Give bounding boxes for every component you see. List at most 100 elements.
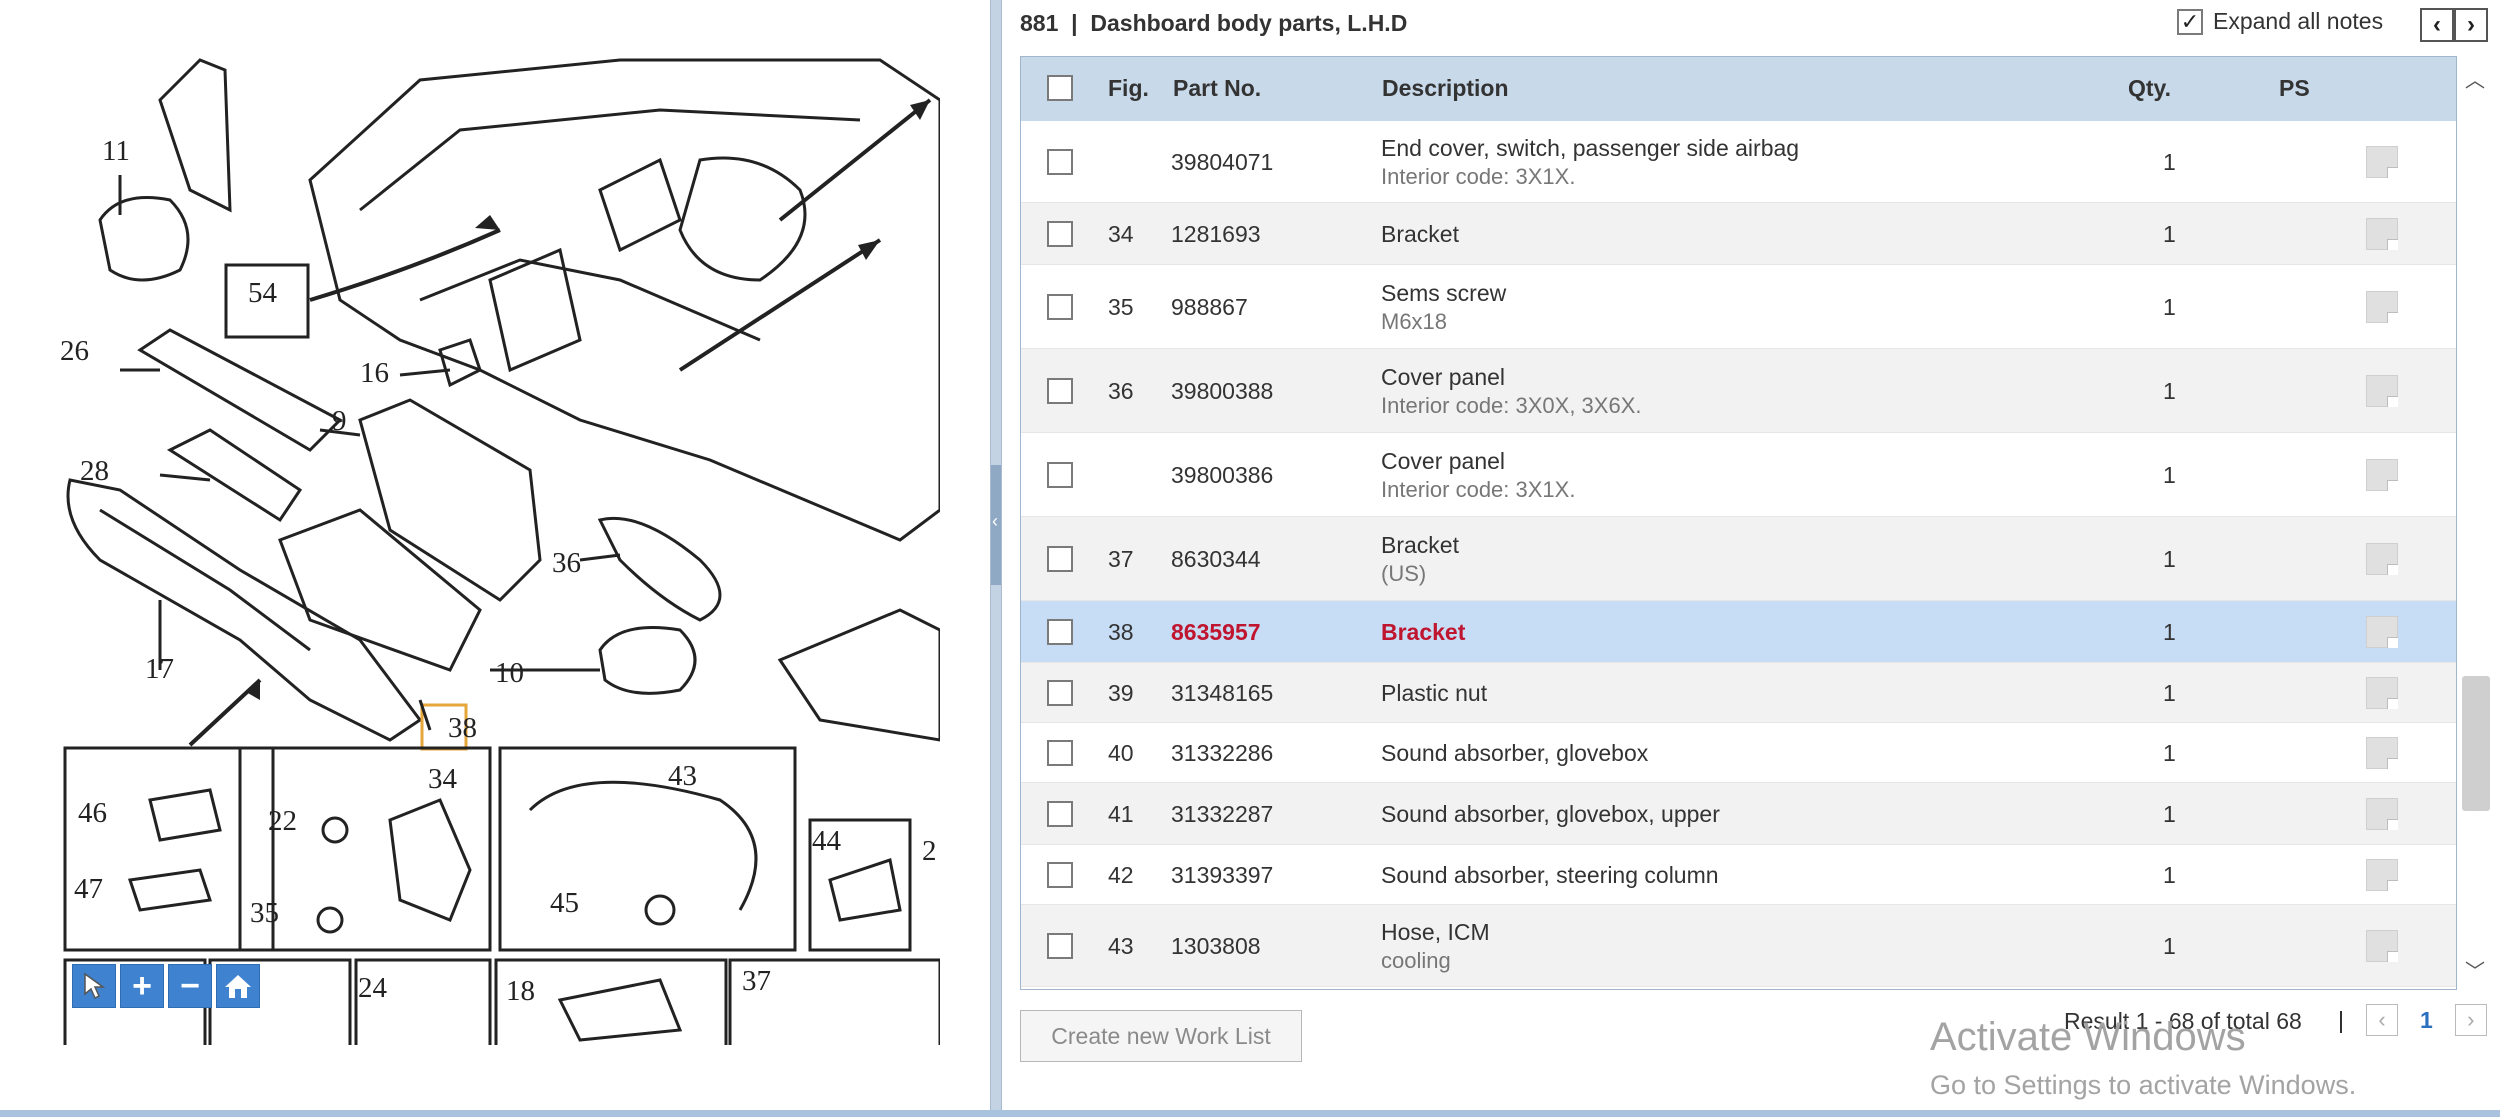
callout-35: 35: [250, 897, 279, 929]
column-qty[interactable]: Qty.: [2128, 75, 2171, 102]
diagram-toolbar: + −: [72, 964, 260, 1008]
fig-cell: 41: [1108, 801, 1134, 827]
description-text: Bracket: [1381, 532, 1459, 558]
note-icon[interactable]: [2366, 146, 2398, 178]
select-all-checkbox[interactable]: [1047, 75, 1073, 101]
current-page[interactable]: 1: [2420, 1007, 2433, 1034]
row-checkbox[interactable]: [1047, 462, 1073, 488]
column-ps[interactable]: PS: [2279, 75, 2310, 102]
table-row[interactable]: 40 31332286 Sound absorber, glovebox 1: [1021, 723, 2456, 783]
table-row[interactable]: 39804071 End cover, switch, passenger sid…: [1021, 121, 2456, 203]
note-icon[interactable]: [2366, 459, 2398, 491]
home-icon[interactable]: [216, 964, 260, 1008]
table-header: Fig. Part No. Description Qty. PS: [1021, 57, 2456, 121]
row-checkbox[interactable]: [1047, 862, 1073, 888]
part-number-cell[interactable]: 39800386: [1171, 462, 1273, 489]
row-checkbox[interactable]: [1047, 933, 1073, 959]
description-note: (US): [1381, 561, 1427, 586]
note-icon[interactable]: [2366, 543, 2398, 575]
row-checkbox[interactable]: [1047, 221, 1073, 247]
callout-43: 43: [668, 760, 697, 792]
diagram-pane[interactable]: 11 54 26 16 9 28 36 17 10 38 34 43 46 22…: [0, 0, 990, 1110]
zoom-in-icon[interactable]: +: [120, 964, 164, 1008]
chevron-down-icon[interactable]: ﹀: [2465, 955, 2485, 984]
group-name: Dashboard body parts, L.H.D: [1090, 10, 1408, 36]
table-row[interactable]: 38 8635957 Bracket 1: [1021, 601, 2456, 663]
row-checkbox[interactable]: [1047, 801, 1073, 827]
callout-45: 45: [550, 887, 579, 919]
part-number-cell[interactable]: 31393397: [1171, 862, 1273, 889]
quantity-cell: 1: [2163, 149, 2176, 175]
note-icon[interactable]: [2366, 798, 2398, 830]
note-icon[interactable]: [2366, 218, 2398, 250]
part-number-cell[interactable]: 39800388: [1171, 378, 1273, 405]
table-row[interactable]: 42 31393397 Sound absorber, steering colum…: [1021, 845, 2456, 905]
row-checkbox[interactable]: [1047, 378, 1073, 404]
quantity-cell: 1: [2163, 680, 2176, 706]
part-number-cell[interactable]: 1303808: [1171, 933, 1261, 960]
next-group-button[interactable]: ›: [2454, 8, 2488, 42]
create-work-list-button[interactable]: Create new Work List: [1020, 1010, 1302, 1062]
description-note: Interior code: 3X1X.: [1381, 477, 1576, 502]
fig-cell: 34: [1108, 221, 1134, 247]
table-row[interactable]: 39 31348165 Plastic nut 1: [1021, 663, 2456, 723]
description-note: Interior code: 3X0X, 3X6X.: [1381, 393, 1642, 418]
row-checkbox[interactable]: [1047, 546, 1073, 572]
table-row[interactable]: 35 988867 Sems screw M6x18 1: [1021, 265, 2456, 349]
part-number-cell[interactable]: 31332286: [1171, 740, 1273, 767]
quantity-cell: 1: [2163, 740, 2176, 766]
row-checkbox[interactable]: [1047, 619, 1073, 645]
column-description[interactable]: Description: [1382, 75, 1509, 102]
previous-group-button[interactable]: ‹: [2420, 8, 2454, 42]
description-text: Bracket: [1381, 221, 1459, 247]
part-number-cell[interactable]: 1281693: [1171, 221, 1261, 248]
part-number-cell[interactable]: 31332287: [1171, 801, 1273, 828]
table-row[interactable]: 39800386 Cover panel Interior code: 3X1X. 1: [1021, 433, 2456, 517]
next-page-button[interactable]: ›: [2454, 1004, 2487, 1036]
description-cell: Sems screw M6x18: [1381, 280, 1506, 335]
note-icon[interactable]: [2366, 616, 2398, 648]
table-scrollbar[interactable]: ︿ ﹀: [2457, 56, 2492, 990]
column-fig[interactable]: Fig.: [1108, 75, 1149, 102]
table-row[interactable]: 41 31332287 Sound absorber, glovebox, uppe…: [1021, 783, 2456, 845]
table-row[interactable]: 43 1303808 Hose, ICM cooling 1: [1021, 905, 2456, 987]
note-icon[interactable]: [2366, 375, 2398, 407]
description-cell: Sound absorber, glovebox: [1381, 740, 1648, 767]
expand-all-notes[interactable]: ✓ Expand all notes: [2177, 8, 2383, 35]
table-row[interactable]: 37 8630344 Bracket (US) 1: [1021, 517, 2456, 601]
callout-34: 34: [428, 763, 458, 795]
pane-splitter[interactable]: ‹: [990, 0, 1002, 1110]
pointer-icon[interactable]: [72, 964, 116, 1008]
row-checkbox[interactable]: [1047, 149, 1073, 175]
description-note: Interior code: 3X1X.: [1381, 164, 1576, 189]
column-part-no[interactable]: Part No.: [1173, 75, 1261, 102]
part-number-cell[interactable]: 31348165: [1171, 680, 1273, 707]
part-number-cell[interactable]: 988867: [1171, 294, 1248, 321]
expand-all-notes-checkbox[interactable]: ✓: [2177, 8, 2203, 35]
note-icon[interactable]: [2366, 737, 2398, 769]
scrollbar-thumb[interactable]: [2462, 676, 2490, 811]
fig-cell: 39: [1108, 680, 1134, 706]
zoom-out-icon[interactable]: −: [168, 964, 212, 1008]
description-text: Cover panel: [1381, 448, 1506, 474]
table-row[interactable]: 34 1281693 Bracket 1: [1021, 203, 2456, 265]
chevron-up-icon[interactable]: ︿: [2465, 64, 2485, 93]
fig-cell: 36: [1108, 378, 1134, 404]
note-icon[interactable]: [2366, 291, 2398, 323]
row-checkbox[interactable]: [1047, 680, 1073, 706]
part-number-cell[interactable]: 8635957: [1171, 619, 1261, 646]
note-icon[interactable]: [2366, 859, 2398, 891]
previous-page-button[interactable]: ‹: [2365, 1004, 2398, 1036]
part-number-cell[interactable]: 39804071: [1171, 149, 1273, 176]
row-checkbox[interactable]: [1047, 740, 1073, 766]
row-checkbox[interactable]: [1047, 294, 1073, 320]
table-row[interactable]: 36 39800388 Cover panel Interior code: 3X0X…: [1021, 349, 2456, 433]
callout-2: 2: [922, 835, 937, 867]
part-number-cell[interactable]: 8630344: [1171, 546, 1261, 573]
note-icon[interactable]: [2366, 930, 2398, 962]
fig-cell: 38: [1108, 619, 1134, 645]
callout-37: 37: [742, 965, 771, 997]
splitter-collapse-handle[interactable]: ‹: [991, 465, 1001, 585]
note-icon[interactable]: [2366, 677, 2398, 709]
parts-diagram[interactable]: 11 54 26 16 9 28 36 17 10 38 34 43 46 22…: [60, 40, 942, 1052]
